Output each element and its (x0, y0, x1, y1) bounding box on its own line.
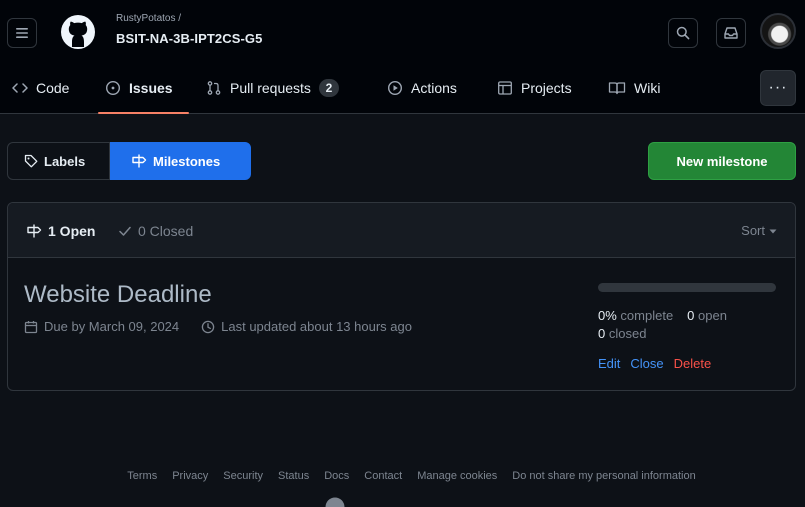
milestone-complete-label: complete (620, 308, 674, 323)
more-tabs-button[interactable]: ··· (760, 70, 796, 106)
milestone-last-updated: Last updated about 13 hours ago (221, 319, 412, 334)
play-icon (387, 80, 403, 96)
issue-opened-icon (105, 80, 121, 96)
tab-projects-label: Projects (521, 80, 572, 96)
milestone-open-value: 0 (687, 308, 695, 323)
delete-milestone-link[interactable]: Delete (674, 356, 712, 371)
sort-label: Sort (741, 223, 765, 238)
milestone-title[interactable]: Website Deadline (24, 281, 212, 309)
tab-projects[interactable]: Projects (497, 62, 572, 114)
close-milestone-link[interactable]: Close (630, 356, 663, 371)
tab-issues-label: Issues (129, 80, 173, 96)
milestone-actions: Edit Close Delete (598, 356, 711, 371)
check-icon (119, 226, 131, 236)
active-tab-underline (98, 112, 189, 114)
new-milestone-button[interactable]: New milestone (648, 142, 796, 180)
repo-nav: Code Issues Pull requests 2 Actions Proj… (0, 62, 805, 114)
hamburger-menu-button[interactable] (7, 18, 37, 48)
milestone-icon (132, 154, 147, 168)
inbox-button[interactable] (716, 18, 746, 48)
calendar-icon (24, 320, 38, 333)
labels-tab[interactable]: Labels (7, 142, 110, 180)
search-button[interactable] (668, 18, 698, 48)
open-milestones-filter[interactable]: 1 Open (26, 203, 95, 258)
git-pull-request-icon (206, 80, 222, 96)
milestones-tab-label: Milestones (153, 153, 221, 169)
tab-wiki-label: Wiki (634, 80, 661, 96)
app-header: RustyPotatos / BSIT-NA-3B-IPT2CS-G5 (0, 0, 805, 62)
hamburger-icon (16, 28, 28, 38)
footer-link-privacy[interactable]: Privacy (172, 470, 208, 482)
milestone-progress-bar (598, 283, 776, 292)
labels-milestones-subnav: Labels Milestones (7, 142, 251, 180)
search-icon (676, 26, 690, 40)
milestone-complete-value: 0% (598, 308, 617, 323)
closed-count-label: 0 Closed (138, 222, 194, 239)
tab-code[interactable]: Code (12, 62, 69, 114)
inbox-icon (724, 27, 738, 39)
milestones-box-header: 1 Open 0 Closed Sort (8, 203, 795, 258)
footer-link-terms[interactable]: Terms (127, 470, 157, 482)
footer-link-security[interactable]: Security (223, 470, 263, 482)
pull-requests-counter: 2 (318, 79, 339, 97)
footer-link-manage-cookies[interactable]: Manage cookies (417, 470, 497, 482)
open-count-label: 1 Open (48, 222, 96, 239)
tab-issues[interactable]: Issues (105, 62, 173, 114)
edit-milestone-link[interactable]: Edit (598, 356, 620, 371)
milestone-icon (27, 224, 42, 237)
site-footer: Terms Privacy Security Status Docs Conta… (0, 470, 805, 482)
footer-link-status[interactable]: Status (278, 470, 309, 482)
tab-pull-requests-label: Pull requests (230, 80, 311, 96)
github-logo-icon[interactable] (60, 14, 96, 50)
footer-link-contact[interactable]: Contact (364, 470, 402, 482)
milestone-stats: 0% complete 0 open 0 closed (598, 307, 778, 343)
code-icon (12, 82, 28, 94)
github-footer-logo-icon[interactable] (325, 497, 345, 507)
milestones-box: 1 Open 0 Closed Sort Website Deadline Du… (7, 202, 796, 391)
tab-actions[interactable]: Actions (387, 62, 457, 114)
tag-icon (24, 154, 38, 168)
repo-owner[interactable]: RustyPotatos / (116, 13, 181, 24)
milestone-meta: Due by March 09, 2024 Last updated about… (24, 319, 412, 334)
clock-icon (201, 320, 215, 333)
milestone-due-date: Due by March 09, 2024 (44, 319, 180, 334)
tab-code-label: Code (36, 80, 70, 96)
milestone-open-label: open (698, 308, 727, 323)
milestone-closed-label: closed (608, 326, 647, 341)
repo-name[interactable]: BSIT-NA-3B-IPT2CS-G5 (116, 31, 262, 46)
user-avatar[interactable] (760, 13, 796, 49)
footer-link-do-not-share[interactable]: Do not share my personal information (512, 470, 695, 482)
triangle-down-icon (769, 229, 777, 233)
milestones-tab[interactable]: Milestones (110, 142, 251, 180)
labels-tab-label: Labels (44, 153, 86, 169)
tab-wiki[interactable]: Wiki (608, 62, 660, 114)
milestone-closed-value: 0 (598, 326, 606, 341)
footer-link-docs[interactable]: Docs (324, 470, 349, 482)
sort-dropdown[interactable]: Sort (741, 203, 777, 258)
tab-actions-label: Actions (411, 80, 457, 96)
book-icon (608, 81, 626, 95)
table-icon (497, 80, 513, 96)
tab-pull-requests[interactable]: Pull requests 2 (206, 62, 339, 114)
closed-milestones-filter[interactable]: 0 Closed (118, 203, 193, 258)
